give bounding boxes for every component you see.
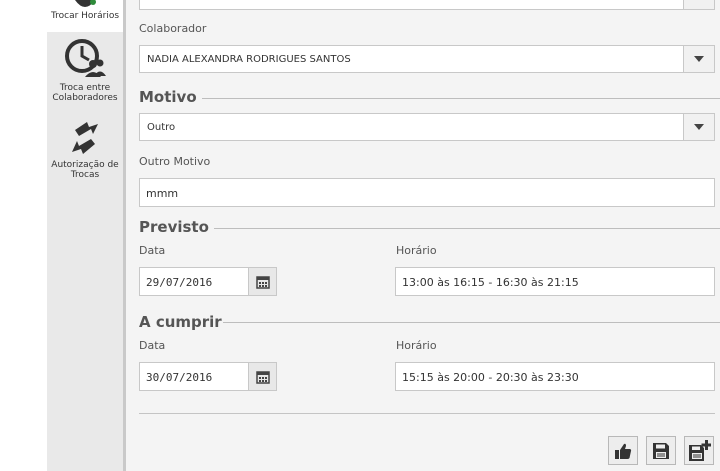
colaborador-label: Colaborador: [139, 22, 207, 35]
sidebar-item-label: Trocar Horários: [50, 11, 120, 21]
colaborador-select[interactable]: NADIA ALEXANDRA RODRIGUES SANTOS: [139, 45, 715, 73]
a-cumprir-title: A cumprir: [139, 313, 222, 331]
thumbs-up-icon: [615, 443, 632, 459]
motivo-select[interactable]: Outro: [139, 113, 715, 141]
previsto-horario-label: Horário: [396, 244, 437, 257]
outro-motivo-input[interactable]: mmm: [139, 178, 715, 207]
left-gutter: [0, 0, 47, 471]
sidebar-item-label: Autorização de Trocas: [51, 160, 119, 180]
previsto-data-label: Data: [139, 244, 166, 257]
sidebar-item-troca-colaboradores[interactable]: Troca entre Colaboradores: [47, 37, 123, 107]
outro-motivo-label: Outro Motivo: [139, 155, 211, 168]
save-icon: [653, 442, 669, 459]
previsto-title: Previsto: [139, 218, 209, 236]
sidebar: Trocar Horários Troca entre Colaboradore…: [47, 0, 126, 471]
calendar-icon[interactable]: [248, 362, 277, 391]
chevron-down-icon[interactable]: [683, 114, 714, 140]
a-cumprir-horario-field[interactable]: 15:15 às 20:00 - 20:30 às 23:30: [395, 362, 715, 391]
section-divider: [214, 228, 720, 229]
main-form: Colaborador NADIA ALEXANDRA RODRIGUES SA…: [126, 0, 720, 471]
motivo-value: Outro: [147, 122, 176, 133]
swap-arrows-icon: [72, 122, 98, 154]
section-divider: [223, 322, 720, 323]
save-new-button[interactable]: [684, 436, 714, 465]
sidebar-item-autorizacao-trocas[interactable]: Autorização de Trocas: [47, 118, 123, 188]
calendar-icon: [255, 370, 270, 384]
calendar-swap-icon: [75, 0, 96, 7]
clock-people-icon: [65, 39, 106, 77]
chevron-down-icon[interactable]: [683, 0, 714, 9]
a-cumprir-horario-label: Horário: [396, 339, 437, 352]
previsto-date-input[interactable]: 29/07/2016: [139, 267, 249, 296]
chevron-down-icon[interactable]: [683, 46, 714, 72]
save-button[interactable]: [646, 436, 676, 465]
motivo-title: Motivo: [139, 88, 197, 106]
a-cumprir-date-input[interactable]: 30/07/2016: [139, 362, 249, 391]
calendar-icon: [255, 275, 270, 289]
top-select[interactable]: [139, 0, 715, 10]
calendar-icon[interactable]: [248, 267, 277, 296]
a-cumprir-data-label: Data: [139, 339, 166, 352]
approve-button[interactable]: [608, 436, 638, 465]
section-divider: [202, 98, 720, 99]
form-divider: [139, 413, 715, 414]
previsto-horario-field[interactable]: 13:00 às 16:15 - 16:30 às 21:15: [395, 267, 715, 296]
save-add-icon: [689, 439, 711, 461]
sidebar-item-label: Troca entre Colaboradores: [52, 83, 118, 103]
sidebar-item-trocar-horarios[interactable]: Trocar Horários: [47, 0, 123, 32]
colaborador-value: NADIA ALEXANDRA RODRIGUES SANTOS: [147, 54, 351, 65]
